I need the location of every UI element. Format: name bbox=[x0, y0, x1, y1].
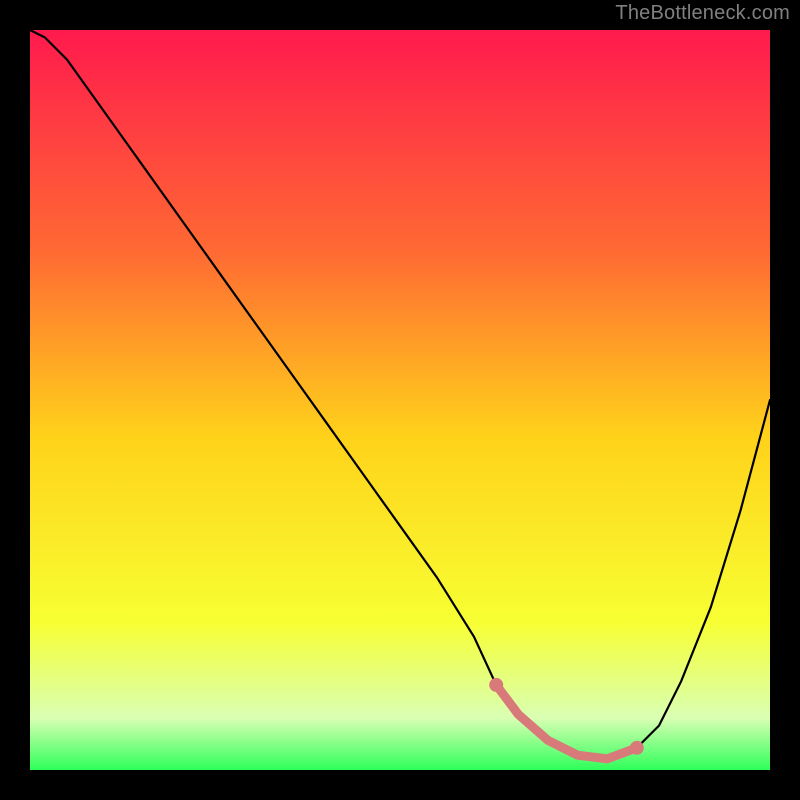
highlight-start-dot bbox=[489, 678, 503, 692]
chart-frame: TheBottleneck.com bbox=[0, 0, 800, 800]
highlight-end-dot bbox=[630, 741, 644, 755]
gradient-background bbox=[30, 30, 770, 770]
attribution-text: TheBottleneck.com bbox=[615, 2, 790, 25]
chart-svg bbox=[30, 30, 770, 770]
plot-area bbox=[30, 30, 770, 770]
